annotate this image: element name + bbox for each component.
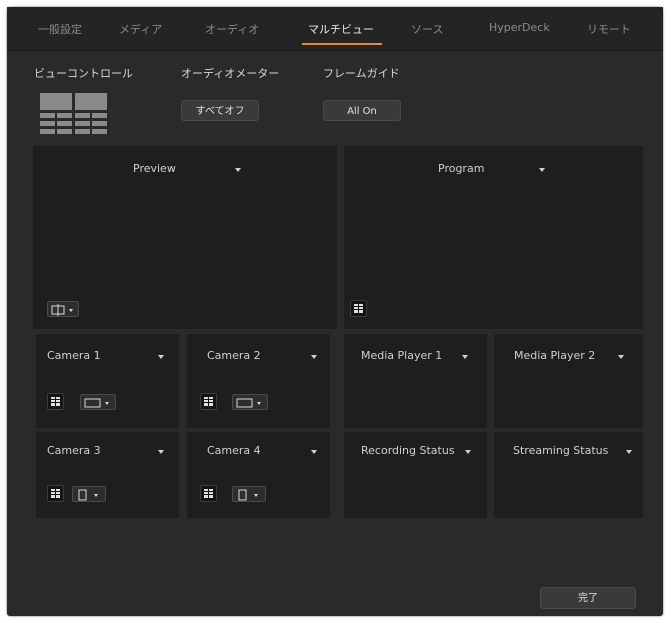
window-camera-4: Camera 4 (187, 432, 330, 518)
audio-meter-icon (204, 397, 213, 406)
safe-area-16x9-icon (236, 398, 261, 408)
done-button[interactable]: 完了 (540, 587, 636, 609)
window-camera-2: Camera 2 (187, 334, 330, 428)
window-source-select[interactable]: Program (438, 162, 484, 175)
tab-bar: 一般設定 メディア オーディオ マルチビュー ソース HyperDeck リモー… (7, 7, 663, 51)
safe-area-button[interactable] (232, 486, 266, 502)
multiview-layout-icon[interactable] (40, 93, 107, 137)
chevron-down-icon[interactable] (618, 355, 624, 359)
safe-area-button[interactable] (47, 301, 79, 317)
multiview-settings-dialog: 一般設定 メディア オーディオ マルチビュー ソース HyperDeck リモー… (7, 7, 663, 616)
safe-area-16x9-icon (84, 398, 109, 408)
tab-general[interactable]: 一般設定 (38, 21, 82, 37)
window-preview: Preview (33, 146, 337, 329)
tab-hyperdeck[interactable]: HyperDeck (489, 21, 550, 34)
window-source-select[interactable]: Camera 2 (207, 349, 261, 362)
chevron-down-icon[interactable] (539, 168, 545, 172)
chevron-down-icon[interactable] (311, 355, 317, 359)
chevron-down-icon[interactable] (158, 450, 164, 454)
window-source-select[interactable]: Media Player 1 (361, 349, 442, 362)
safe-area-4x3-icon (78, 489, 98, 501)
window-source-select[interactable]: Recording Status (361, 444, 455, 457)
tab-remote[interactable]: リモート (587, 21, 631, 37)
audio-meter-toggle[interactable] (200, 485, 217, 502)
tab-media[interactable]: メディア (119, 21, 162, 37)
tab-audio[interactable]: オーディオ (205, 21, 259, 37)
audio-meter-toggle[interactable] (200, 393, 217, 410)
tab-sources[interactable]: ソース (411, 21, 443, 37)
active-tab-indicator (302, 43, 382, 45)
window-program: Program (344, 146, 643, 329)
safe-area-icon (51, 304, 73, 316)
audio-meter-icon (354, 304, 363, 313)
window-streaming-status: Streaming Status (494, 432, 643, 518)
safe-area-button[interactable] (232, 394, 268, 410)
frame-guides-all-on-button[interactable]: All On (323, 100, 401, 121)
chevron-down-icon[interactable] (311, 450, 317, 454)
chevron-down-icon[interactable] (462, 355, 468, 359)
audio-meter-toggle[interactable] (47, 393, 64, 410)
audio-meter-icon (204, 489, 213, 498)
safe-area-4x3-icon (238, 489, 258, 501)
window-source-select[interactable]: Camera 4 (207, 444, 261, 457)
tab-multiview[interactable]: マルチビュー (308, 21, 374, 37)
safe-area-button[interactable] (80, 394, 116, 410)
window-recording-status: Recording Status (344, 432, 487, 518)
audio-meters-all-off-button[interactable]: すべてオフ (181, 100, 259, 121)
chevron-down-icon[interactable] (158, 355, 164, 359)
window-source-select[interactable]: Preview (133, 162, 176, 175)
window-camera-3: Camera 3 (36, 432, 179, 518)
window-media-player-1: Media Player 1 (344, 334, 487, 428)
audio-meter-icon (51, 397, 60, 406)
view-control-label: ビューコントロール (34, 67, 133, 80)
chevron-down-icon[interactable] (235, 168, 241, 172)
chevron-down-icon[interactable] (626, 450, 632, 454)
window-source-select[interactable]: Streaming Status (513, 444, 608, 457)
chevron-down-icon[interactable] (465, 450, 471, 454)
window-media-player-2: Media Player 2 (494, 334, 643, 428)
audio-meter-label: オーディオメーター (181, 67, 280, 80)
frame-guide-label: フレームガイド (323, 67, 400, 80)
audio-meter-toggle[interactable] (350, 300, 367, 317)
audio-meter-icon (51, 489, 60, 498)
window-source-select[interactable]: Camera 1 (47, 349, 101, 362)
window-source-select[interactable]: Media Player 2 (514, 349, 595, 362)
window-camera-1: Camera 1 (36, 334, 179, 428)
window-source-select[interactable]: Camera 3 (47, 444, 101, 457)
safe-area-button[interactable] (72, 486, 106, 502)
audio-meter-toggle[interactable] (47, 485, 64, 502)
